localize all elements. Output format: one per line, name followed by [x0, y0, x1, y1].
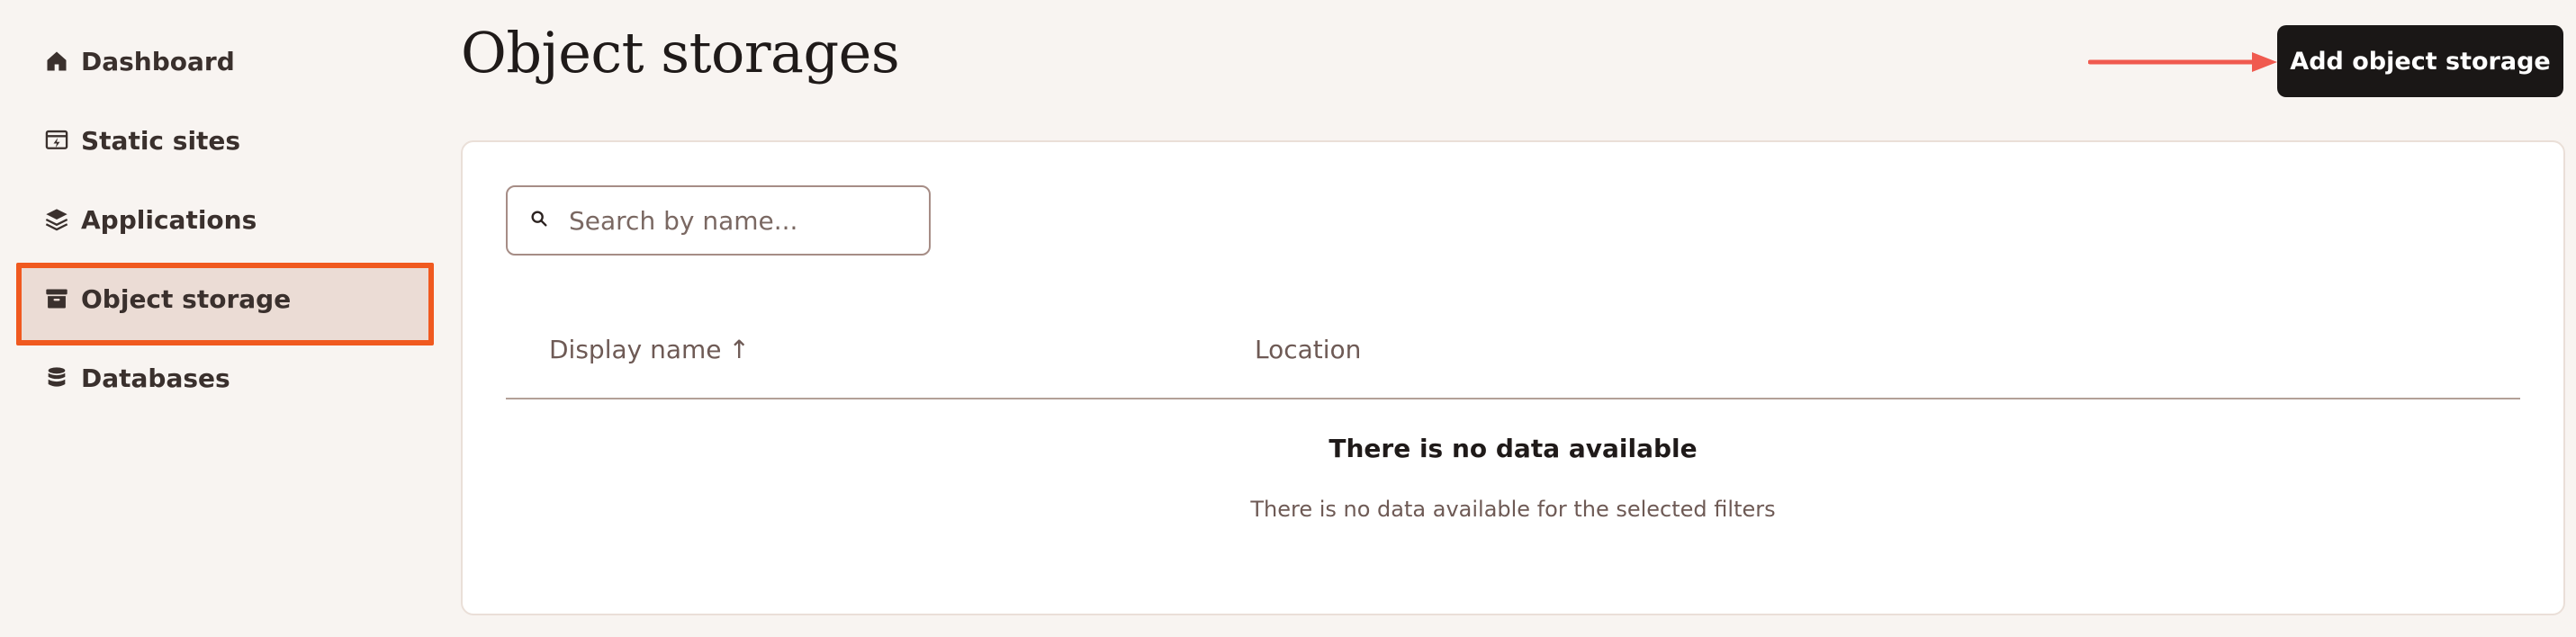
sidebar-item-label: Databases [81, 363, 230, 393]
add-object-storage-button[interactable]: Add object storage [2277, 25, 2563, 97]
static-site-icon [43, 127, 70, 154]
column-header-location[interactable]: Location [1255, 335, 1361, 364]
sidebar-item-label: Applications [81, 204, 257, 235]
search-icon [529, 209, 553, 232]
column-header-display-name[interactable]: Display name ↑ [549, 335, 750, 364]
empty-state-title: There is no data available [1329, 434, 1698, 463]
page-title: Object storages [461, 20, 900, 85]
sidebar-item-dashboard[interactable]: Dashboard [43, 36, 403, 86]
sidebar-item-databases[interactable]: Databases [43, 353, 403, 403]
empty-state-subtitle: There is no data available for the selec… [1250, 497, 1776, 522]
search-box[interactable] [506, 185, 931, 256]
annotation-arrow-icon [2088, 52, 2277, 72]
home-icon [43, 48, 70, 75]
sidebar-item-applications[interactable]: Applications [43, 194, 403, 245]
table-header-divider [506, 398, 2520, 399]
search-input[interactable] [567, 204, 929, 237]
object-storage-card: Display name ↑ Location There is no data… [461, 140, 2565, 615]
sidebar-item-label: Static sites [81, 125, 241, 156]
column-label: Location [1255, 335, 1362, 364]
layers-icon [43, 206, 70, 233]
sort-asc-icon: ↑ [728, 335, 750, 364]
sidebar-item-static-sites[interactable]: Static sites [43, 115, 403, 166]
sidebar-item-object-storage[interactable]: Object storage [43, 274, 403, 324]
sidebar-item-label: Object storage [81, 283, 292, 314]
database-icon [43, 364, 70, 391]
column-label: Display name [549, 335, 722, 364]
sidebar: Dashboard Static sites Applications Obje… [0, 0, 441, 637]
sidebar-item-label: Dashboard [81, 46, 235, 76]
archive-icon [43, 285, 70, 312]
